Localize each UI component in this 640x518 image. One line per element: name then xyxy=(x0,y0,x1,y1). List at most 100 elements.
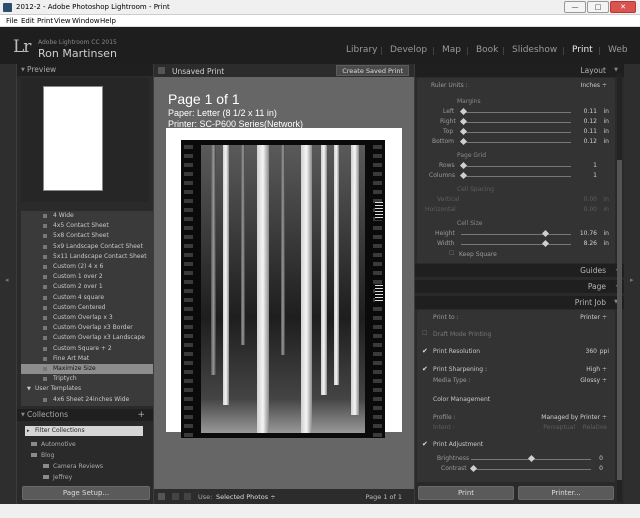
print-to-dropdown[interactable]: Printer ÷ xyxy=(580,314,607,321)
template-item[interactable]: 4x6 Sheet 24inches Wide xyxy=(21,395,153,405)
module-library[interactable]: Library xyxy=(346,45,377,55)
menu-help[interactable]: Help xyxy=(100,17,116,25)
scrollbar-thumb[interactable] xyxy=(617,160,622,480)
media-type-dropdown[interactable]: Glossy ÷ xyxy=(580,377,607,384)
slider-knob[interactable] xyxy=(459,117,468,126)
columns-slider[interactable] xyxy=(461,176,571,177)
print-job-panel-header[interactable]: Print Job ▼ xyxy=(415,296,624,309)
slider-knob[interactable] xyxy=(469,464,478,473)
photo-cell[interactable] xyxy=(181,140,385,438)
slider-knob[interactable] xyxy=(459,161,468,170)
right-panel-toggle[interactable]: ▸ xyxy=(624,64,640,504)
keep-square-checkbox[interactable]: ☐ xyxy=(449,250,454,257)
template-item[interactable]: 5x9 Landscape Contact Sheet xyxy=(21,242,153,252)
print-sharpening-dropdown[interactable]: High ÷ xyxy=(586,366,607,373)
page-setup-button[interactable]: Page Setup... xyxy=(22,486,150,500)
margin-top-slider[interactable] xyxy=(461,132,571,133)
menu-file[interactable]: File xyxy=(6,17,18,25)
template-item[interactable]: Fine Art Mat xyxy=(21,354,153,364)
menu-view[interactable]: View xyxy=(54,17,71,25)
preview-panel-header[interactable]: ▼ Preview xyxy=(17,64,153,76)
template-item[interactable]: Custom Overlap x3 Border xyxy=(21,323,153,333)
margin-top-value[interactable]: 0.11 xyxy=(584,128,597,135)
width-slider[interactable] xyxy=(461,244,571,245)
height-value[interactable]: 10.76 xyxy=(580,230,597,237)
margin-left-value[interactable]: 0.11 xyxy=(584,108,597,115)
slider-knob[interactable] xyxy=(541,229,550,238)
print-sharpening-checkbox[interactable]: ✔ xyxy=(422,365,428,373)
stop-icon[interactable] xyxy=(158,493,165,500)
menu-edit[interactable]: Edit xyxy=(21,17,35,25)
template-item[interactable]: Triptych xyxy=(21,374,153,384)
page-panel-header[interactable]: Page ◂ xyxy=(415,280,624,293)
template-folder-user[interactable]: ▼ User Templates xyxy=(21,384,153,394)
maximize-button[interactable]: □ xyxy=(587,1,609,13)
margin-bottom-slider[interactable] xyxy=(461,142,571,143)
module-print[interactable]: Print xyxy=(572,45,593,55)
brightness-value[interactable]: 0 xyxy=(599,455,603,462)
print-button[interactable]: Print xyxy=(418,486,514,500)
minimize-button[interactable]: — xyxy=(564,1,586,13)
template-item[interactable]: 5x11 Landscape Contact Sheet xyxy=(21,252,153,262)
layout-panel-header[interactable]: Layout ▼ xyxy=(415,64,624,77)
contrast-value[interactable]: 0 xyxy=(599,465,603,472)
template-item[interactable]: Custom 1 over 2 xyxy=(21,272,153,282)
module-web[interactable]: Web xyxy=(608,45,628,55)
template-item[interactable]: 4 Wide xyxy=(21,211,153,221)
template-item[interactable]: Custom 2 over 1 xyxy=(21,282,153,292)
template-item[interactable]: Custom Square + 2 xyxy=(21,344,153,354)
module-slideshow[interactable]: Slideshow xyxy=(512,45,557,55)
rows-slider[interactable] xyxy=(461,166,571,167)
use-selection-dropdown[interactable]: Selected Photos ÷ xyxy=(216,493,276,501)
margin-right-slider[interactable] xyxy=(461,122,571,123)
add-collection-icon[interactable]: + xyxy=(137,409,145,421)
left-panel-toggle[interactable]: ◂ xyxy=(0,64,16,504)
margin-bottom-value[interactable]: 0.12 xyxy=(584,138,597,145)
template-item[interactable]: Custom Centered xyxy=(21,303,153,313)
menu-window[interactable]: Window xyxy=(72,17,100,25)
slider-knob[interactable] xyxy=(459,137,468,146)
create-saved-print-button[interactable]: Create Saved Print xyxy=(336,65,409,76)
slider-knob[interactable] xyxy=(527,454,536,463)
rows-value[interactable]: 1 xyxy=(593,162,597,169)
width-value[interactable]: 8.26 xyxy=(584,240,597,247)
guides-panel-header[interactable]: Guides ◂ xyxy=(415,264,624,277)
print-adjustment-checkbox[interactable]: ✔ xyxy=(422,440,428,448)
print-resolution-value[interactable]: 360 xyxy=(586,348,597,355)
print-resolution-checkbox[interactable]: ✔ xyxy=(422,347,428,355)
columns-value[interactable]: 1 xyxy=(593,172,597,179)
contrast-slider[interactable] xyxy=(471,469,591,470)
margin-left-slider[interactable] xyxy=(461,112,571,113)
template-item-selected[interactable]: Maximize Size xyxy=(21,364,153,375)
collections-panel-header[interactable]: ▼ Collections + xyxy=(17,409,153,421)
template-item[interactable]: Custom 4 square xyxy=(21,293,153,303)
printer-button[interactable]: Printer... xyxy=(518,486,614,500)
margin-bottom-label: Bottom xyxy=(432,138,455,145)
collection-item[interactable]: Camera Reviews xyxy=(43,463,103,470)
profile-dropdown[interactable]: Managed by Printer ÷ xyxy=(541,414,607,421)
collection-item[interactable]: Blog xyxy=(31,452,54,459)
margin-right-value[interactable]: 0.12 xyxy=(584,118,597,125)
collection-item[interactable]: Automotive xyxy=(31,441,76,448)
module-map[interactable]: Map xyxy=(442,45,461,55)
draft-mode-checkbox[interactable]: ☐ xyxy=(422,330,427,337)
template-item[interactable]: Custom Overlap x 3 xyxy=(21,313,153,323)
module-book[interactable]: Book xyxy=(476,45,498,55)
slider-knob[interactable] xyxy=(459,171,468,180)
slider-knob[interactable] xyxy=(459,127,468,136)
filter-collections-input[interactable]: ▸ Filter Collections xyxy=(25,426,143,436)
module-develop[interactable]: Develop xyxy=(390,45,427,55)
prev-page-icon[interactable] xyxy=(172,493,179,500)
template-item[interactable]: Custom (2) 4 x 6 xyxy=(21,262,153,272)
template-item[interactable]: 5x8 Contact Sheet xyxy=(21,231,153,241)
ruler-units-dropdown[interactable]: Inches ÷ xyxy=(581,82,607,89)
template-item[interactable]: Custom Overlap x3 Landscape xyxy=(21,333,153,343)
height-slider[interactable] xyxy=(461,234,571,235)
slider-knob[interactable] xyxy=(459,107,468,116)
next-page-icon[interactable] xyxy=(184,493,191,500)
close-button[interactable]: ✕ xyxy=(610,1,636,13)
slider-knob[interactable] xyxy=(541,239,550,248)
menu-print[interactable]: Print xyxy=(37,17,53,25)
collection-item[interactable]: Jeffrey xyxy=(43,474,72,481)
template-item[interactable]: 4x5 Contact Sheet xyxy=(21,221,153,231)
